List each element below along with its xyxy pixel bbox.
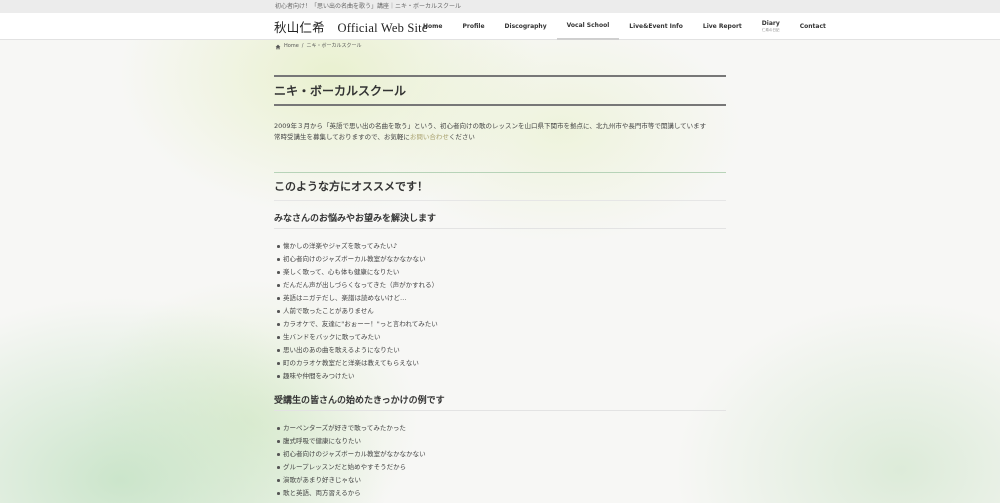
list-item: 懐かしの洋楽やジャズを歌ってみたい♪ xyxy=(274,240,726,253)
page-title: ニキ・ボーカルスクール xyxy=(274,75,726,106)
nav-vocal-school[interactable]: Vocal School xyxy=(556,13,620,40)
site-header: 秋山仁希 Official Web Site Home Profile Disc… xyxy=(0,13,1000,40)
nav-home-label: Home xyxy=(423,23,443,30)
nav-discography[interactable]: Discography xyxy=(495,13,557,40)
intro-text: 2009年３月から「英語で思い出の名曲を歌う」という、初心者向けの歌のレッスンを… xyxy=(274,121,726,143)
intro-line-2-suffix: ください xyxy=(448,133,475,141)
nav-live-event-info[interactable]: Live&Event Info xyxy=(619,13,693,40)
nav-home[interactable]: Home xyxy=(413,13,452,40)
home-icon xyxy=(275,44,281,49)
nav-contact-label: Contact xyxy=(799,23,826,30)
list-item: 趣味や仲間をみつけたい xyxy=(274,370,726,383)
site-title-link[interactable]: 秋山仁希 Official Web Site xyxy=(274,17,428,36)
top-description-bar: 初心者向け！「思い出の名曲を歌う」講座｜ニキ・ボーカルスクール xyxy=(0,0,1000,13)
breadcrumb-current: ニキ・ボーカルスクール xyxy=(306,43,362,49)
subheading-reasons: 受講生の皆さんの始めたきっかけの例です xyxy=(274,393,726,411)
concerns-list: 懐かしの洋楽やジャズを歌ってみたい♪ 初心者向けのジャズボーカル教室がなかなかな… xyxy=(274,240,726,383)
list-item: 生バンドをバックに歌ってみたい xyxy=(274,331,726,344)
nav-live-event-info-label: Live&Event Info xyxy=(629,23,683,30)
nav-diary-label: Diary xyxy=(761,20,780,27)
list-item: 初心者向けのジャズボーカル教室がなかなかない xyxy=(274,253,726,266)
reasons-list: カーペンターズが好きで歌ってみたかった 腹式呼吸で健康になりたい 初心者向けのジ… xyxy=(274,422,726,500)
nav-live-report-label: Live Report xyxy=(702,23,742,30)
section-heading-recommended: このような方にオススメです！ xyxy=(274,172,726,201)
breadcrumb-separator: / xyxy=(301,43,304,49)
nav-diary[interactable]: Diary 仁希の日記 xyxy=(752,13,790,40)
nav-contact[interactable]: Contact xyxy=(790,13,836,40)
nav-live-report[interactable]: Live Report xyxy=(693,13,752,40)
list-item: 英語はニガテだし、楽譜は読めないけど… xyxy=(274,292,726,305)
nav-profile[interactable]: Profile xyxy=(452,13,494,40)
breadcrumb-home-link[interactable]: Home xyxy=(284,40,299,53)
list-item: 町のカラオケ教室だと洋楽は教えてもらえない xyxy=(274,357,726,370)
list-item: 思い出のあの曲を歌えるようになりたい xyxy=(274,344,726,357)
nav-diary-sublabel: 仁希の日記 xyxy=(762,28,780,32)
list-item: グループレッスンだと始めやすそうだから xyxy=(274,461,726,474)
nav-vocal-school-label: Vocal School xyxy=(566,22,610,29)
list-item: だんだん声が出しづらくなってきた（声がかすれる） xyxy=(274,279,726,292)
nav-discography-label: Discography xyxy=(504,23,547,30)
global-nav: Home Profile Discography Vocal School Li… xyxy=(413,13,836,40)
list-item: 腹式呼吸で健康になりたい xyxy=(274,435,726,448)
top-description-text: 初心者向け！「思い出の名曲を歌う」講座｜ニキ・ボーカルスクール xyxy=(275,3,462,10)
list-item: 楽しく歌って、心も体も健康になりたい xyxy=(274,266,726,279)
subheading-concerns: みなさんのお悩みやお望みを解決します xyxy=(274,211,726,229)
list-item: 歌と英語、両方習えるから xyxy=(274,487,726,500)
list-item: 演歌があまり好きじゃない xyxy=(274,474,726,487)
intro-line-1: 2009年３月から「英語で思い出の名曲を歌う」という、初心者向けの歌のレッスンを… xyxy=(274,122,707,130)
breadcrumb: Home / ニキ・ボーカルスクール xyxy=(0,40,1000,53)
list-item: 初心者向けのジャズボーカル教室がなかなかない xyxy=(274,448,726,461)
intro-line-2: 常時受講生を募集しておりますので、お気軽にお問い合わせください xyxy=(274,132,726,143)
list-item: カーペンターズが好きで歌ってみたかった xyxy=(274,422,726,435)
main-content: ニキ・ボーカルスクール 2009年３月から「英語で思い出の名曲を歌う」という、初… xyxy=(274,75,726,500)
nav-profile-label: Profile xyxy=(462,23,485,30)
list-item: 人前で歌ったことがありません xyxy=(274,305,726,318)
contact-inquiry-link[interactable]: お問い合わせ xyxy=(410,133,449,141)
intro-line-2-prefix: 常時受講生を募集しておりますので、お気軽に xyxy=(274,133,410,141)
list-item: カラオケで、友達に"おぉーー！"っと言われてみたい xyxy=(274,318,726,331)
